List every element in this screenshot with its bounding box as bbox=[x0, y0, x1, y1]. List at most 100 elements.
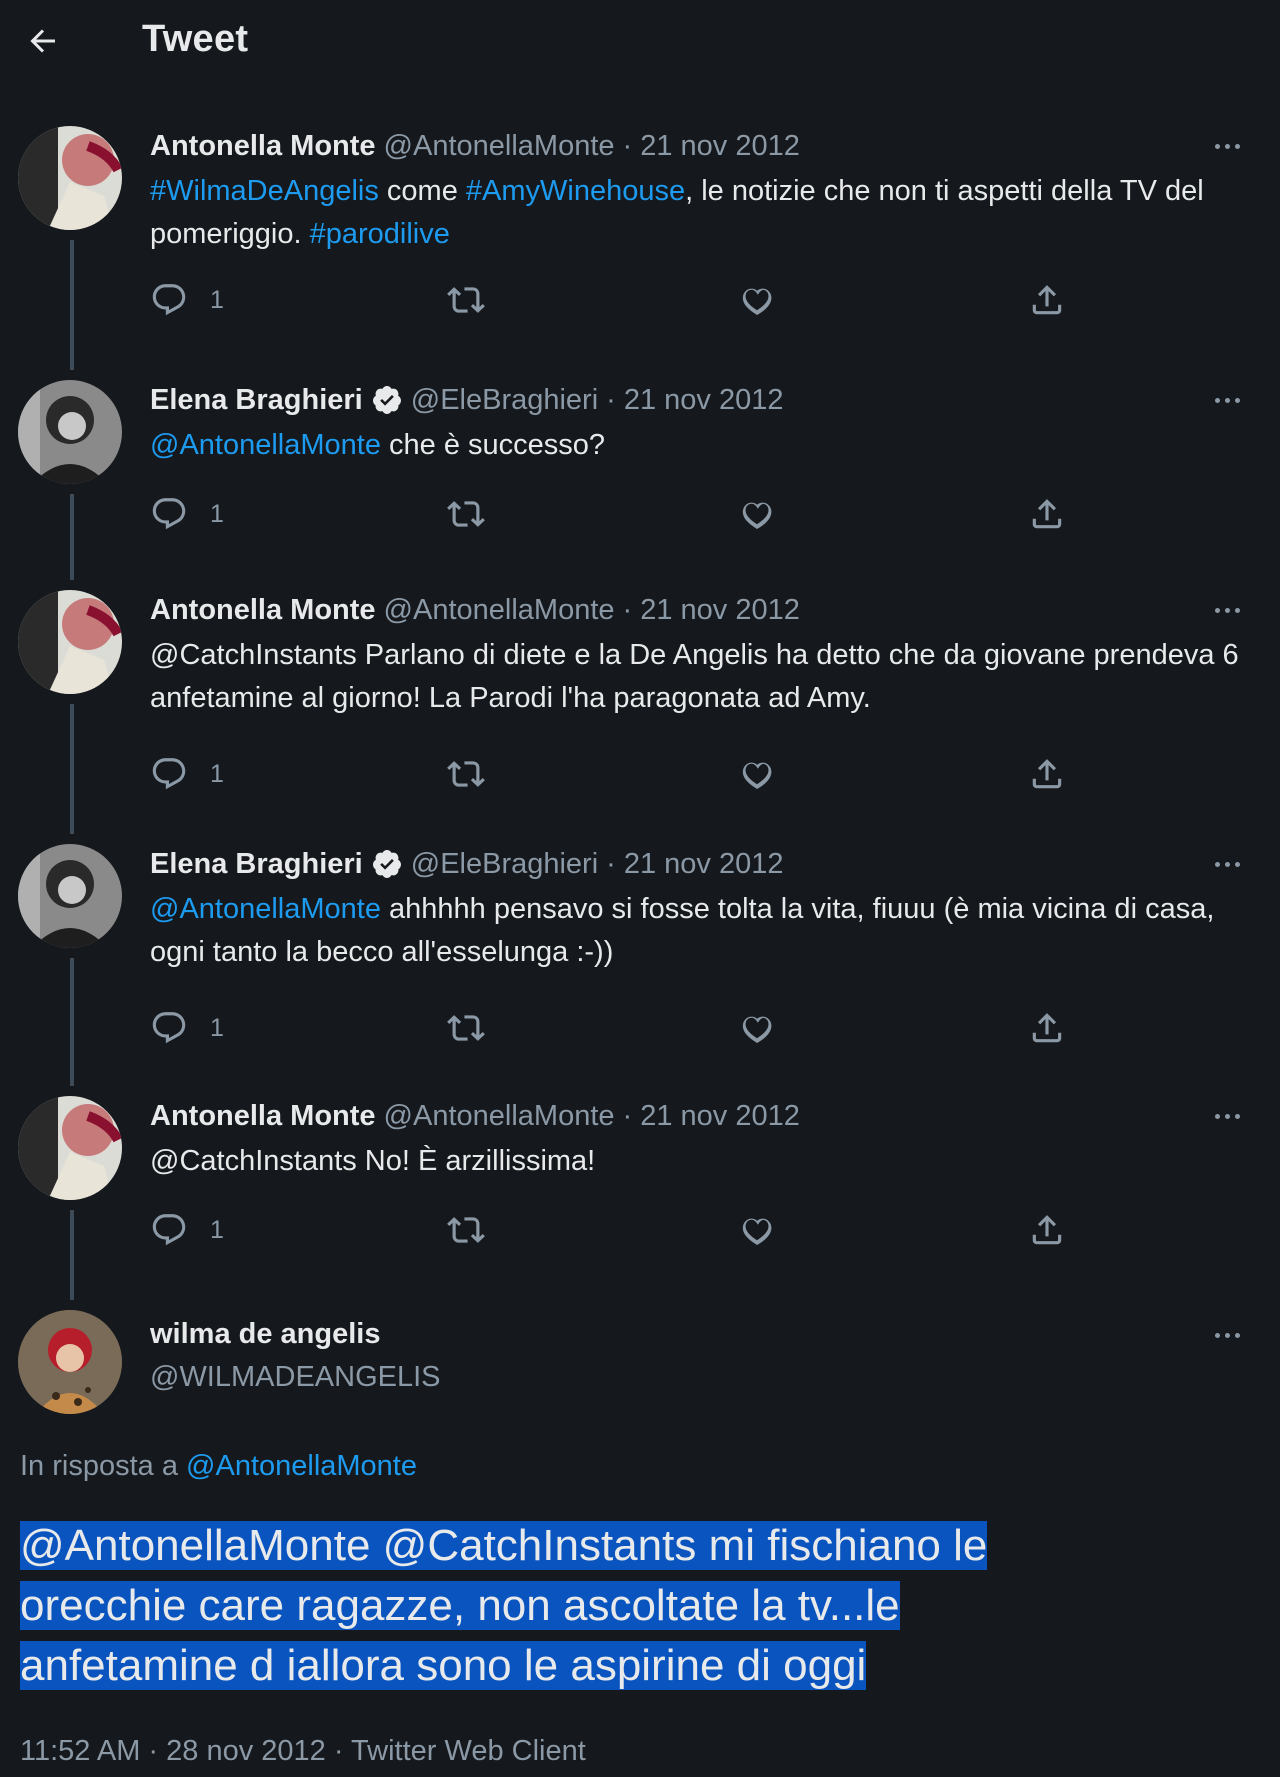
author-name[interactable]: Antonella Monte bbox=[150, 1100, 376, 1133]
retweet-icon bbox=[447, 1009, 485, 1047]
reply-count: 1 bbox=[210, 499, 224, 528]
share-icon bbox=[1028, 1009, 1066, 1047]
separator-dot: · bbox=[622, 593, 633, 626]
tweet-text-segment: @CatchInstants Parlano di diete e la De … bbox=[150, 639, 1239, 714]
avatar[interactable] bbox=[18, 1310, 122, 1414]
author-handle[interactable]: @AntonellaMonte bbox=[384, 594, 615, 627]
reply-label: In risposta a bbox=[20, 1450, 187, 1482]
tweet-date[interactable]: 21 nov 2012 bbox=[640, 594, 800, 627]
share-button[interactable] bbox=[1028, 494, 1066, 534]
retweet-button[interactable] bbox=[447, 1210, 485, 1250]
tweet-meta: Antonella Monte @AntonellaMonte · 21 nov 20… bbox=[150, 126, 800, 166]
reply-count: 1 bbox=[210, 759, 224, 788]
reply-button[interactable]: 1 bbox=[150, 754, 224, 794]
more-icon[interactable] bbox=[1205, 385, 1249, 415]
retweet-button[interactable] bbox=[447, 1008, 485, 1048]
more-icon[interactable] bbox=[1205, 1101, 1249, 1131]
tweet-date[interactable]: 21 nov 2012 bbox=[640, 130, 800, 163]
retweet-button[interactable] bbox=[447, 754, 485, 794]
tweet-text-line: anfetamine d iallora sono le aspirine di… bbox=[20, 1641, 867, 1690]
tweet-text-line: @AntonellaMonte @CatchInstants mi fischi… bbox=[20, 1521, 988, 1570]
reply-count: 1 bbox=[210, 1215, 224, 1244]
like-button[interactable] bbox=[738, 494, 776, 534]
thread-connector-line bbox=[70, 704, 74, 834]
tweet-actions: 1 bbox=[150, 1210, 1090, 1250]
avatar[interactable] bbox=[18, 1096, 122, 1200]
arrow-left-icon bbox=[25, 23, 61, 59]
retweet-icon bbox=[447, 1211, 485, 1249]
reply-context: In risposta a @AntonellaMonte bbox=[20, 1450, 417, 1483]
author-name[interactable]: Antonella Monte bbox=[150, 594, 376, 627]
author-handle[interactable]: @EleBraghieri bbox=[411, 384, 598, 417]
author-name[interactable]: Elena Braghieri bbox=[150, 384, 363, 417]
author-handle[interactable]: @WILMADEANGELIS bbox=[150, 1361, 441, 1394]
heart-icon bbox=[738, 755, 776, 793]
tweet-date[interactable]: 21 nov 2012 bbox=[640, 1100, 800, 1133]
tweet-timestamp: 11:52 AM · 28 nov 2012 · Twitter Web Cli… bbox=[20, 1735, 586, 1767]
tweet-date[interactable]: 21 nov 2012 bbox=[624, 384, 784, 417]
author-handle[interactable]: @AntonellaMonte bbox=[384, 1100, 615, 1133]
reply-button[interactable]: 1 bbox=[150, 280, 224, 320]
more-icon[interactable] bbox=[1205, 595, 1249, 625]
hashtag-link[interactable]: #WilmaDeAngelis bbox=[150, 175, 379, 207]
reply-count: 1 bbox=[210, 1013, 224, 1042]
reply-icon bbox=[150, 1009, 188, 1047]
avatar[interactable] bbox=[18, 126, 122, 230]
thread-connector-line bbox=[70, 958, 74, 1086]
tweet-text: @AntonellaMonte che è successo? bbox=[150, 424, 1260, 467]
author-handle[interactable]: @AntonellaMonte bbox=[384, 130, 615, 163]
retweet-icon bbox=[447, 755, 485, 793]
more-icon[interactable] bbox=[1205, 131, 1249, 161]
author-name[interactable]: Elena Braghieri bbox=[150, 848, 363, 881]
author-name[interactable]: Antonella Monte bbox=[150, 130, 376, 163]
heart-icon bbox=[738, 1009, 776, 1047]
hashtag-link[interactable]: #AmyWinehouse bbox=[466, 175, 685, 207]
avatar[interactable] bbox=[18, 380, 122, 484]
heart-icon bbox=[738, 281, 776, 319]
verified-badge-icon bbox=[371, 384, 403, 416]
verified-badge-icon bbox=[371, 848, 403, 880]
retweet-icon bbox=[447, 495, 485, 533]
reply-icon bbox=[150, 1211, 188, 1249]
tweet-date[interactable]: 21 nov 2012 bbox=[624, 848, 784, 881]
retweet-button[interactable] bbox=[447, 494, 485, 534]
mention-link[interactable]: @AntonellaMonte bbox=[150, 429, 381, 461]
separator-dot: · bbox=[606, 847, 616, 880]
main-tweet-text: @AntonellaMonte @CatchInstants mi fischi… bbox=[20, 1516, 1260, 1696]
like-button[interactable] bbox=[738, 280, 776, 320]
author-name[interactable]: wilma de angelis bbox=[150, 1318, 380, 1351]
separator-dot: · bbox=[606, 383, 616, 416]
tweet-meta: Elena Braghieri @EleBraghieri · 21 nov 2012 bbox=[150, 380, 784, 420]
back-button[interactable] bbox=[20, 18, 66, 64]
reply-button[interactable]: 1 bbox=[150, 494, 224, 534]
like-button[interactable] bbox=[738, 1210, 776, 1250]
hashtag-link[interactable]: #parodilive bbox=[310, 218, 450, 250]
tweet-text: @CatchInstants No! È arzillissima! bbox=[150, 1140, 1260, 1183]
reply-icon bbox=[150, 755, 188, 793]
separator-dot: · bbox=[622, 129, 633, 162]
tweet-text: @AntonellaMonte ahhhhh pensavo si fosse … bbox=[150, 888, 1260, 974]
retweet-button[interactable] bbox=[447, 280, 485, 320]
tweet-meta: Antonella Monte @AntonellaMonte · 21 nov 20… bbox=[150, 1096, 800, 1136]
reply-to-link[interactable]: @AntonellaMonte bbox=[186, 1450, 417, 1482]
share-button[interactable] bbox=[1028, 280, 1066, 320]
like-button[interactable] bbox=[738, 754, 776, 794]
tweet-actions: 1 bbox=[150, 754, 1090, 794]
share-icon bbox=[1028, 495, 1066, 533]
heart-icon bbox=[738, 1211, 776, 1249]
more-icon[interactable] bbox=[1205, 849, 1249, 879]
share-icon bbox=[1028, 1211, 1066, 1249]
mention-link[interactable]: @AntonellaMonte bbox=[150, 893, 381, 925]
reply-button[interactable]: 1 bbox=[150, 1008, 224, 1048]
share-button[interactable] bbox=[1028, 754, 1066, 794]
avatar[interactable] bbox=[18, 590, 122, 694]
tweet-meta: Elena Braghieri @EleBraghieri · 21 nov 2012 bbox=[150, 844, 784, 884]
like-button[interactable] bbox=[738, 1008, 776, 1048]
avatar[interactable] bbox=[18, 844, 122, 948]
more-options-button[interactable] bbox=[1205, 1320, 1249, 1350]
share-button[interactable] bbox=[1028, 1008, 1066, 1048]
author-handle[interactable]: @EleBraghieri bbox=[411, 848, 598, 881]
tweet-actions: 1 bbox=[150, 280, 1090, 320]
share-button[interactable] bbox=[1028, 1210, 1066, 1250]
reply-button[interactable]: 1 bbox=[150, 1210, 224, 1250]
